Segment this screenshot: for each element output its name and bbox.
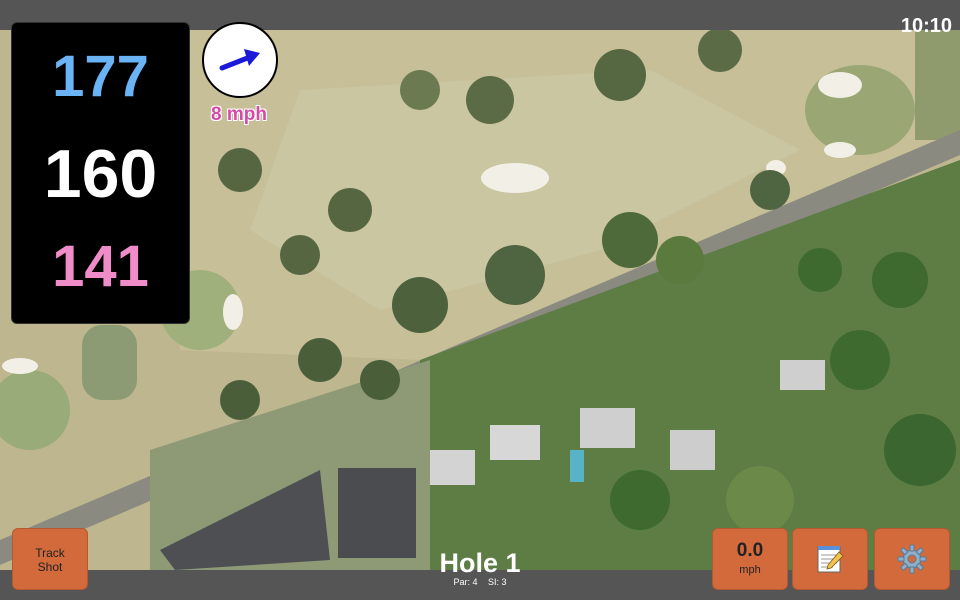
speed-value: 0.0 (736, 540, 764, 561)
wind-arrow-icon (219, 49, 260, 71)
hole-info: Par: 4 SI: 3 (380, 577, 580, 587)
speed-button[interactable]: 0.0 mph (712, 528, 788, 590)
gear-icon (897, 544, 927, 574)
speed-unit: mph (739, 564, 761, 576)
notepad-icon (817, 546, 844, 573)
track-shot-label-line1: Track (35, 546, 65, 560)
front-distance: 141 (52, 234, 149, 299)
back-distance: 177 (52, 44, 149, 109)
hole-par: Par: 4 (453, 577, 478, 587)
notes-button[interactable] (792, 528, 868, 590)
track-shot-button[interactable]: Track Shot (12, 528, 88, 590)
wind-speed: 8 mph (211, 104, 267, 125)
clock: 10:10 (900, 15, 952, 37)
track-shot-label-line2: Shot (37, 560, 63, 574)
hole-title: Hole 1 (439, 548, 521, 578)
middle-distance: 160 (43, 136, 158, 212)
hole-si: SI: 3 (488, 577, 507, 587)
settings-button[interactable] (874, 528, 950, 590)
wind-indicator (202, 22, 278, 98)
distance-panel: 177 160 141 (11, 22, 190, 324)
